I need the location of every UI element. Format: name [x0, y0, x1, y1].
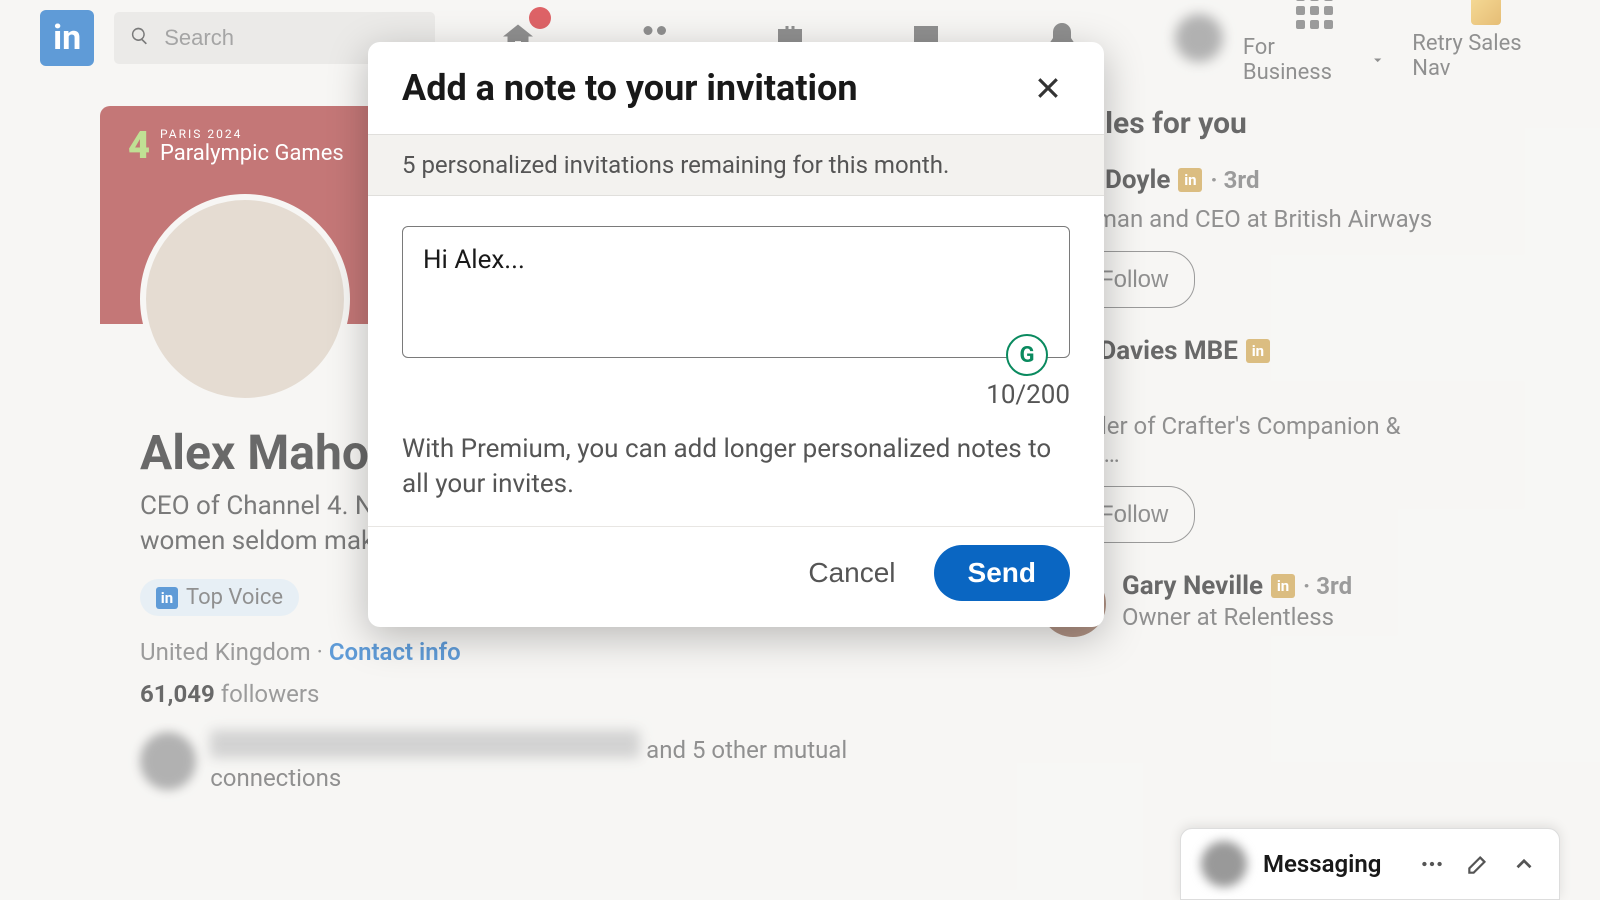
invites-remaining-banner: 5 personalized invitations remaining for…: [368, 134, 1104, 196]
messaging-dock[interactable]: Messaging: [1180, 828, 1560, 900]
messaging-title: Messaging: [1263, 850, 1401, 878]
premium-upsell-text: With Premium, you can add longer persona…: [402, 432, 1070, 502]
cancel-button[interactable]: Cancel: [800, 547, 903, 599]
close-icon: [1033, 73, 1063, 103]
grammarly-icon[interactable]: [1006, 334, 1048, 376]
more-icon[interactable]: [1417, 849, 1447, 879]
invitation-note-modal: Add a note to your invitation 5 personal…: [368, 42, 1104, 627]
messaging-avatar: [1201, 841, 1247, 887]
send-button[interactable]: Send: [934, 545, 1070, 601]
char-counter: 10/200: [402, 380, 1070, 410]
note-textarea[interactable]: [402, 226, 1070, 358]
modal-title: Add a note to your invitation: [402, 67, 858, 109]
compose-icon[interactable]: [1463, 849, 1493, 879]
chevron-up-icon[interactable]: [1509, 849, 1539, 879]
close-button[interactable]: [1026, 66, 1070, 110]
